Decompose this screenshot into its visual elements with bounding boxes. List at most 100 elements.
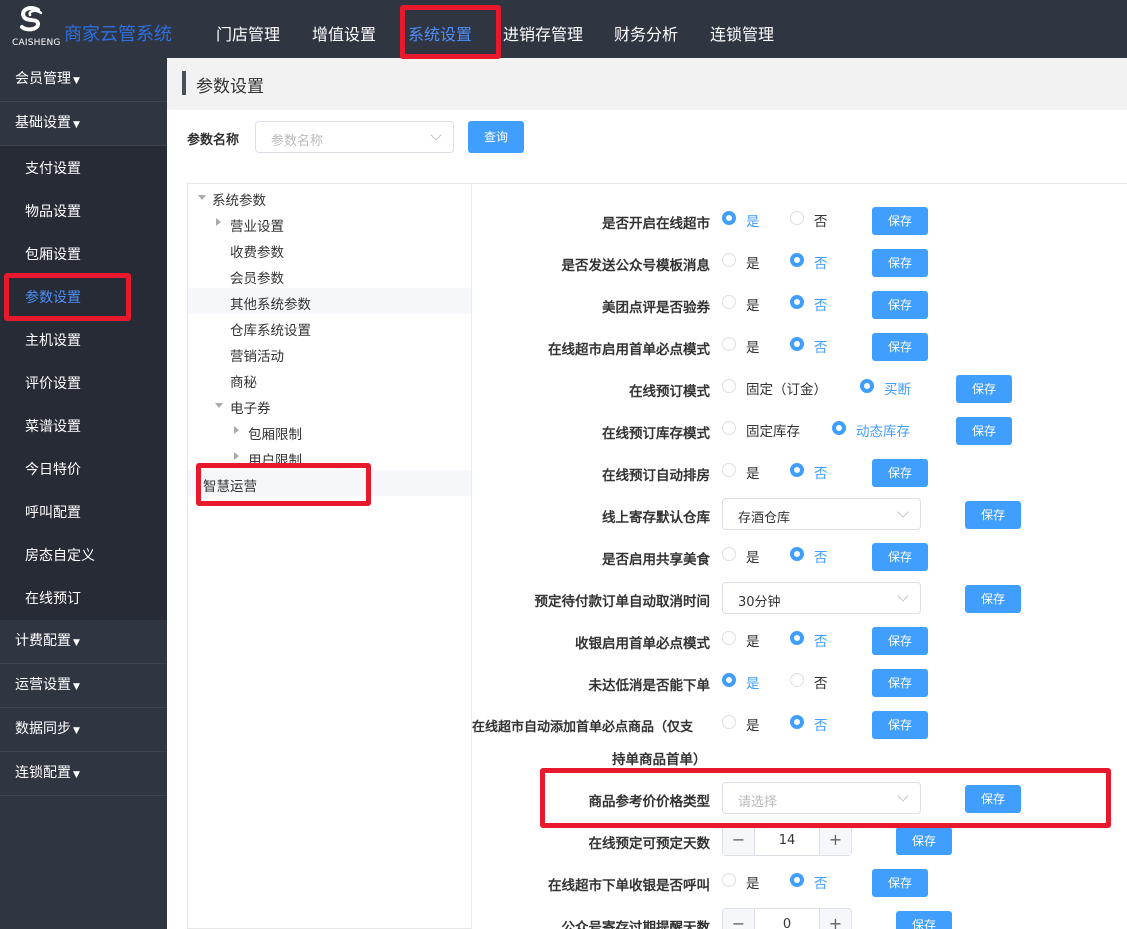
tree-node-business[interactable]: 营业设置 [230, 215, 284, 235]
highlight-box-tree [196, 463, 371, 506]
sidebar-item-menu[interactable]: 菜谱设置 [0, 404, 167, 447]
radio-buyout[interactable] [860, 379, 874, 393]
tree-node-coupon[interactable]: 电子券 [230, 397, 271, 417]
tree-node-member[interactable]: 会员参数 [230, 267, 284, 287]
radio-no[interactable] [790, 673, 804, 687]
field-label: 预定待付款订单自动取消时间 [534, 594, 711, 610]
stepper-value[interactable]: 14 [755, 833, 819, 848]
radio-label: 是 [746, 340, 760, 356]
save-button[interactable]: 保存 [872, 669, 928, 697]
sidebar-group-basic[interactable]: 基础设置 ▼ [0, 102, 167, 146]
save-button[interactable]: 保存 [956, 375, 1012, 403]
radio-yes[interactable] [722, 547, 736, 561]
save-button[interactable]: 保存 [872, 869, 928, 897]
radio-no[interactable] [790, 715, 804, 729]
nav-chain-management[interactable]: 连锁管理 [710, 21, 774, 45]
radio-no[interactable] [790, 295, 804, 309]
sidebar-item-online-booking[interactable]: 在线预订 [0, 576, 167, 620]
nav-inventory-management[interactable]: 进销存管理 [503, 21, 583, 45]
radio-yes[interactable] [722, 295, 736, 309]
collapse-icon[interactable] [216, 218, 221, 226]
radio-no[interactable] [790, 211, 804, 225]
radio-dynamic-stock[interactable] [832, 421, 846, 435]
radio-no[interactable] [790, 253, 804, 267]
tree-node-marketing[interactable]: 营销活动 [230, 345, 284, 365]
sidebar-item-room-status[interactable]: 房态自定义 [0, 533, 167, 576]
sidebar-group-data-sync[interactable]: 数据同步 ▼ [0, 708, 167, 752]
sidebar-group-label: 运营设置 [15, 677, 71, 693]
nav-value-added-settings[interactable]: 增值设置 [312, 21, 376, 45]
expand-icon[interactable] [198, 195, 206, 200]
minus-icon[interactable]: − [723, 909, 755, 929]
sidebar-group-label: 计费配置 [15, 633, 71, 649]
sidebar-item-payment[interactable]: 支付设置 [0, 146, 167, 189]
tree-node-root[interactable]: 系统参数 [212, 189, 266, 209]
radio-no[interactable] [790, 547, 804, 561]
sidebar-group-operation[interactable]: 运营设置 ▼ [0, 664, 167, 708]
tree-node-warehouse[interactable]: 仓库系统设置 [230, 319, 311, 339]
field-label: 未达低消是否能下单 [588, 678, 711, 694]
save-button[interactable]: 保存 [896, 827, 952, 855]
radio-yes[interactable] [722, 631, 736, 645]
radio-yes[interactable] [722, 253, 736, 267]
tree-node-charge[interactable]: 收费参数 [230, 241, 284, 261]
save-button[interactable]: 保存 [965, 585, 1021, 613]
radio-fixed-stock[interactable] [722, 421, 736, 435]
radio-yes[interactable] [722, 873, 736, 887]
save-button[interactable]: 保存 [872, 291, 928, 319]
radio-label: 否 [814, 876, 828, 892]
tree-node-room-limit[interactable]: 包厢限制 [248, 423, 302, 443]
radio-yes[interactable] [722, 337, 736, 351]
expand-icon[interactable] [215, 403, 223, 408]
radio-no[interactable] [790, 337, 804, 351]
expiry-reminder-stepper[interactable]: − 0 + [722, 908, 852, 929]
nav-financial-analysis[interactable]: 财务分析 [614, 21, 678, 45]
tree-node-other[interactable]: 其他系统参数 [230, 293, 311, 313]
save-button[interactable]: 保存 [965, 501, 1021, 529]
save-button[interactable]: 保存 [872, 627, 928, 655]
nav-store-management[interactable]: 门店管理 [216, 21, 280, 45]
plus-icon[interactable]: + [819, 825, 851, 855]
caisheng-logo[interactable]: CAISHENG [12, 4, 60, 52]
tree-node-secretary[interactable]: 商秘 [230, 371, 257, 391]
bookable-days-stepper[interactable]: − 14 + [722, 824, 852, 856]
stepper-value[interactable]: 0 [755, 917, 819, 929]
default-warehouse-select[interactable]: 存酒仓库 [722, 498, 921, 530]
save-button[interactable]: 保存 [956, 417, 1012, 445]
auto-cancel-time-select[interactable]: 30分钟 [722, 582, 921, 614]
sidebar-group-billing[interactable]: 计费配置 ▼ [0, 620, 167, 664]
save-button[interactable]: 保存 [872, 543, 928, 571]
radio-yes[interactable] [722, 715, 736, 729]
radio-yes[interactable] [722, 211, 736, 225]
field-label: 在线预定可预定天数 [588, 836, 711, 852]
sidebar-group-member[interactable]: 会员管理 ▼ [0, 58, 167, 102]
radio-yes[interactable] [722, 463, 736, 477]
radio-label: 固定（订金） [746, 382, 827, 398]
param-name-select[interactable]: 参数名称 [255, 121, 454, 153]
sidebar-item-daily-special[interactable]: 今日特价 [0, 447, 167, 490]
radio-fixed-deposit[interactable] [722, 379, 736, 393]
sidebar-item-host[interactable]: 主机设置 [0, 318, 167, 361]
radio-label: 否 [814, 550, 828, 566]
save-button[interactable]: 保存 [896, 911, 952, 929]
save-button[interactable]: 保存 [872, 459, 928, 487]
sidebar-item-goods[interactable]: 物品设置 [0, 189, 167, 232]
filter-label: 参数名称 [187, 133, 240, 148]
plus-icon[interactable]: + [819, 909, 851, 929]
radio-no[interactable] [790, 873, 804, 887]
collapse-icon[interactable] [234, 452, 239, 460]
sidebar-item-rooms[interactable]: 包厢设置 [0, 232, 167, 275]
collapse-icon[interactable] [234, 426, 239, 434]
save-button[interactable]: 保存 [872, 207, 928, 235]
radio-yes[interactable] [722, 673, 736, 687]
sidebar-item-call-config[interactable]: 呼叫配置 [0, 490, 167, 533]
query-button[interactable]: 查询 [468, 121, 524, 153]
save-button[interactable]: 保存 [872, 249, 928, 277]
save-button[interactable]: 保存 [872, 711, 928, 739]
save-button[interactable]: 保存 [872, 333, 928, 361]
minus-icon[interactable]: − [723, 825, 755, 855]
radio-no[interactable] [790, 463, 804, 477]
sidebar-group-chain[interactable]: 连锁配置 ▼ [0, 752, 167, 796]
radio-no[interactable] [790, 631, 804, 645]
sidebar-item-review[interactable]: 评价设置 [0, 361, 167, 404]
